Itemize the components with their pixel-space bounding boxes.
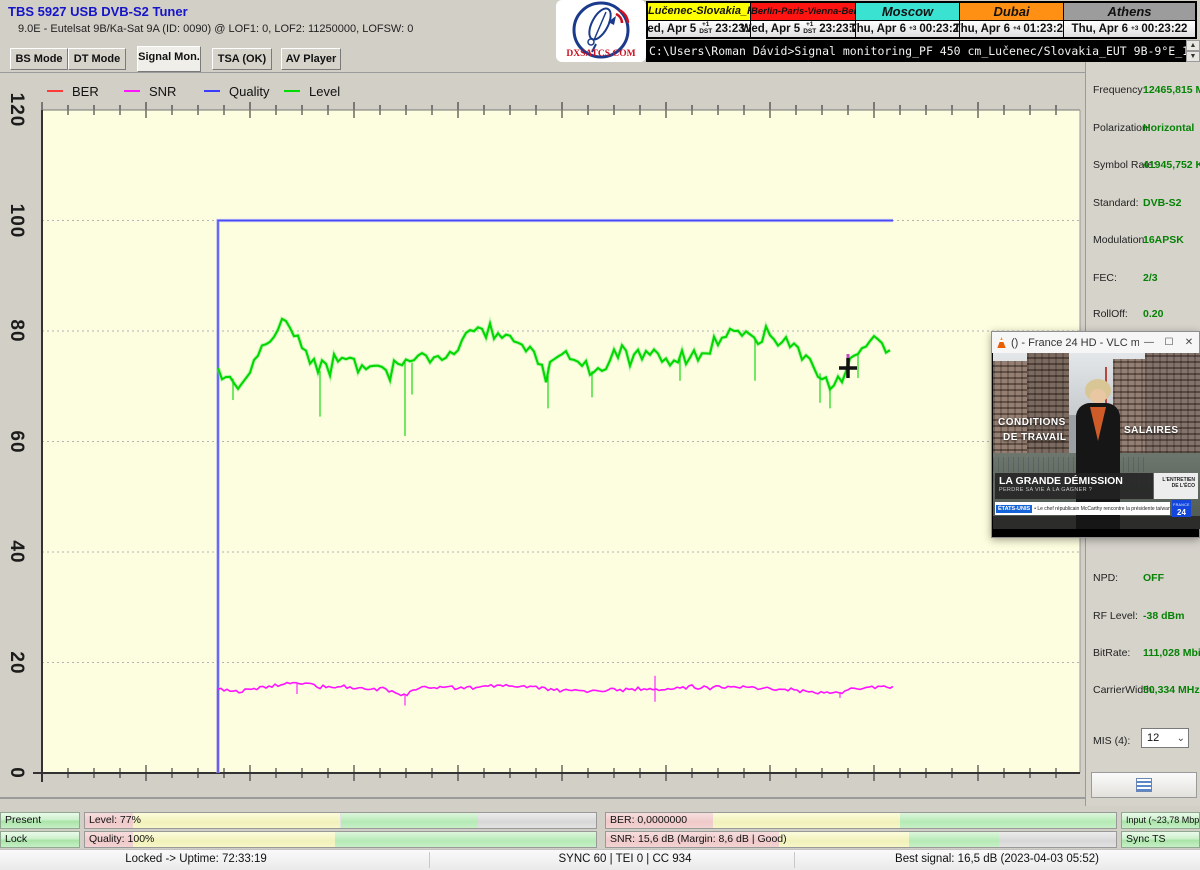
vlc-window-title: () - France 24 HD - VLC medi... (1011, 337, 1139, 349)
sync-tei-cc-status: SYNC 60 | TEI 0 | CC 934 (559, 853, 692, 865)
clock-hms: 00:23:22 (1141, 23, 1187, 35)
panel-row: Symbol Rate:41945,752 KS/s (1086, 159, 1200, 175)
y-axis-label: 100 (5, 203, 27, 238)
caption-salaires: SALAIRES (1124, 425, 1179, 436)
best-signal-status: Best signal: 16,5 dB (2023-04-03 05:52) (895, 853, 1099, 865)
scroll-up-icon[interactable]: ▲ (1186, 40, 1200, 51)
clock-city: Athens (1064, 3, 1195, 21)
panel-row: RollOff:0.20 (1086, 308, 1200, 324)
france24-logo: FRANCE 24 (1172, 500, 1191, 517)
news-ticker: ÉTATS-UNIS • Le chef républicain McCarth… (995, 502, 1170, 515)
tab-av-player[interactable]: AV Player (281, 48, 341, 70)
clock-city: Lučenec-Slovakia_R.Dávid (648, 3, 750, 21)
app-title: TBS 5927 USB DVB-S2 Tuner (8, 4, 188, 19)
status-bar: Locked -> Uptime: 72:33:19 SYNC 60 | TEI… (0, 849, 1200, 870)
clock-city: Berlin-Paris-Vienna-Belgrade (751, 3, 855, 21)
clock-city: Dubai (960, 3, 1063, 21)
ber-bar-label: BER: 0,0000000 (610, 813, 687, 828)
tab-bs-mode[interactable]: BS Mode (10, 48, 68, 70)
chevron-down-icon: ⌄ (1177, 730, 1185, 748)
world-clocks: Lučenec-Slovakia_R.Dávid Wed, Apr 5 +1DS… (646, 1, 1197, 39)
y-axis-label: 120 (5, 93, 27, 128)
svg-text:DXSATCS.COM: DXSATCS.COM (566, 49, 635, 59)
close-button[interactable]: ✕ (1179, 337, 1199, 348)
news-banner: LA GRANDE DÉMISSION PERDRE SA VIE À LA G… (995, 473, 1153, 499)
title-block: TBS 5927 USB DVB-S2 Tuner 9.0E - Eutelsa… (0, 0, 556, 45)
mis-label: MIS (4): (1093, 735, 1130, 747)
panel-row: Frequency:12465,815 MHz (1086, 84, 1200, 100)
tab-dt-mode[interactable]: DT Mode (68, 48, 126, 70)
caption-conditions: CONDITIONS (998, 417, 1066, 428)
tab-tsa[interactable]: TSA (OK) (212, 48, 272, 70)
clock-date: Wed, Apr 5 (741, 23, 800, 35)
tab-signal-mon[interactable]: Signal Mon. (137, 46, 201, 72)
command-scrollbar: ▲ ▼ (1186, 40, 1200, 62)
present-indicator: Present (0, 812, 80, 829)
vlc-titlebar[interactable]: () - France 24 HD - VLC medi... — ☐ ✕ (992, 332, 1199, 353)
panel-row: NPD:OFF (1086, 572, 1200, 588)
caption-travail: DE TRAVAIL (1003, 432, 1067, 443)
snr-bar: SNR: 15,6 dB (Margin: 8,6 dB | Good) (605, 831, 1117, 848)
vlc-video-area[interactable]: CONDITIONS DE TRAVAIL SALAIRES LA GRANDE… (993, 353, 1200, 529)
quality-bar-label: Quality: 100% (89, 832, 154, 847)
clock-athens: Athens Thu, Apr 6 +3 00:23:22 (1064, 3, 1195, 37)
sync-ts-indicator: Sync TS (1121, 831, 1200, 848)
panel-row: BitRate:111,028 Mbit/s (1086, 647, 1200, 663)
list-icon (1136, 778, 1152, 792)
show-badge: L'ENTRETIEN DE L'ÉCO (1154, 473, 1198, 499)
clock-berlin: Berlin-Paris-Vienna-Belgrade Wed, Apr 5 … (751, 3, 856, 37)
vlc-cone-icon (996, 337, 1007, 348)
snr-bar-label: SNR: 15,6 dB (Margin: 8,6 dB | Good) (610, 832, 787, 847)
dxsatcs-logo: DXSATCS.COM (556, 0, 646, 62)
vlc-window[interactable]: () - France 24 HD - VLC medi... — ☐ ✕ CO… (991, 331, 1200, 538)
divider (429, 852, 430, 868)
y-axis-label: 0 (5, 767, 27, 779)
level-bar: Level: 77% (84, 812, 597, 829)
clock-moscow: Moscow Thu, Apr 6 +3 00:23:22 (856, 3, 960, 37)
y-axis-label: 40 (5, 540, 27, 563)
divider (0, 797, 1200, 799)
clock-date: Thu, Apr 6 (954, 23, 1010, 35)
ber-bar: BER: 0,0000000 (605, 812, 1117, 829)
mis-dropdown[interactable]: 12 ⌄ (1141, 728, 1189, 748)
command-prompt[interactable]: C:\Users\Roman Dávid>Signal monitoring_P… (646, 40, 1186, 62)
clock-date: Thu, Apr 6 (850, 23, 906, 35)
clock-lucenec: Lučenec-Slovakia_R.Dávid Wed, Apr 5 +1DS… (648, 3, 751, 37)
panel-row: CarrierWidth:50,334 MHz (1086, 684, 1200, 700)
tab-divider (0, 72, 1085, 73)
level-bar-label: Level: 77% (89, 813, 141, 828)
clock-dubai: Dubai Thu, Apr 6 +4 01:23:22 (960, 3, 1064, 37)
panel-row: RF Level:-38 dBm (1086, 610, 1200, 626)
y-axis-label: 80 (5, 319, 27, 342)
lock-indicator: Lock (0, 831, 80, 848)
scroll-down-icon[interactable]: ▼ (1186, 51, 1200, 62)
uptime-status: Locked -> Uptime: 72:33:19 (125, 853, 267, 865)
quality-bar: Quality: 100% (84, 831, 597, 848)
clock-city: Moscow (856, 3, 959, 21)
ticker-category: ÉTATS-UNIS (996, 505, 1032, 513)
panel-row: FEC:2/3 (1086, 272, 1200, 288)
y-axis-label: 60 (5, 430, 27, 453)
clock-hms: 01:23:22 (1023, 23, 1069, 35)
panel-row: Polarization:Horizontal (1086, 122, 1200, 138)
stream-list-button[interactable] (1091, 772, 1197, 798)
signal-chart[interactable] (0, 75, 1085, 802)
minimize-button[interactable]: — (1139, 337, 1159, 348)
clock-date: Thu, Apr 6 (1072, 23, 1128, 35)
signal-monitor-app: TBS 5927 USB DVB-S2 Tuner 9.0E - Eutelsa… (0, 0, 1200, 870)
transponder-subtitle: 9.0E - Eutelsat 9B/Ka-Sat 9A (ID: 0090) … (18, 23, 413, 35)
panel-row: Standard:DVB-S2 (1086, 197, 1200, 213)
maximize-button[interactable]: ☐ (1159, 337, 1179, 348)
divider (794, 852, 795, 868)
satellite-dish-icon: DXSATCS.COM (556, 0, 646, 62)
y-axis-label: 20 (5, 651, 27, 674)
input-rate-indicator: Input (~23,78 Mbps) (1121, 812, 1200, 829)
panel-row: Modulation:16APSK (1086, 234, 1200, 250)
signal-chart-plot[interactable] (0, 75, 1085, 802)
